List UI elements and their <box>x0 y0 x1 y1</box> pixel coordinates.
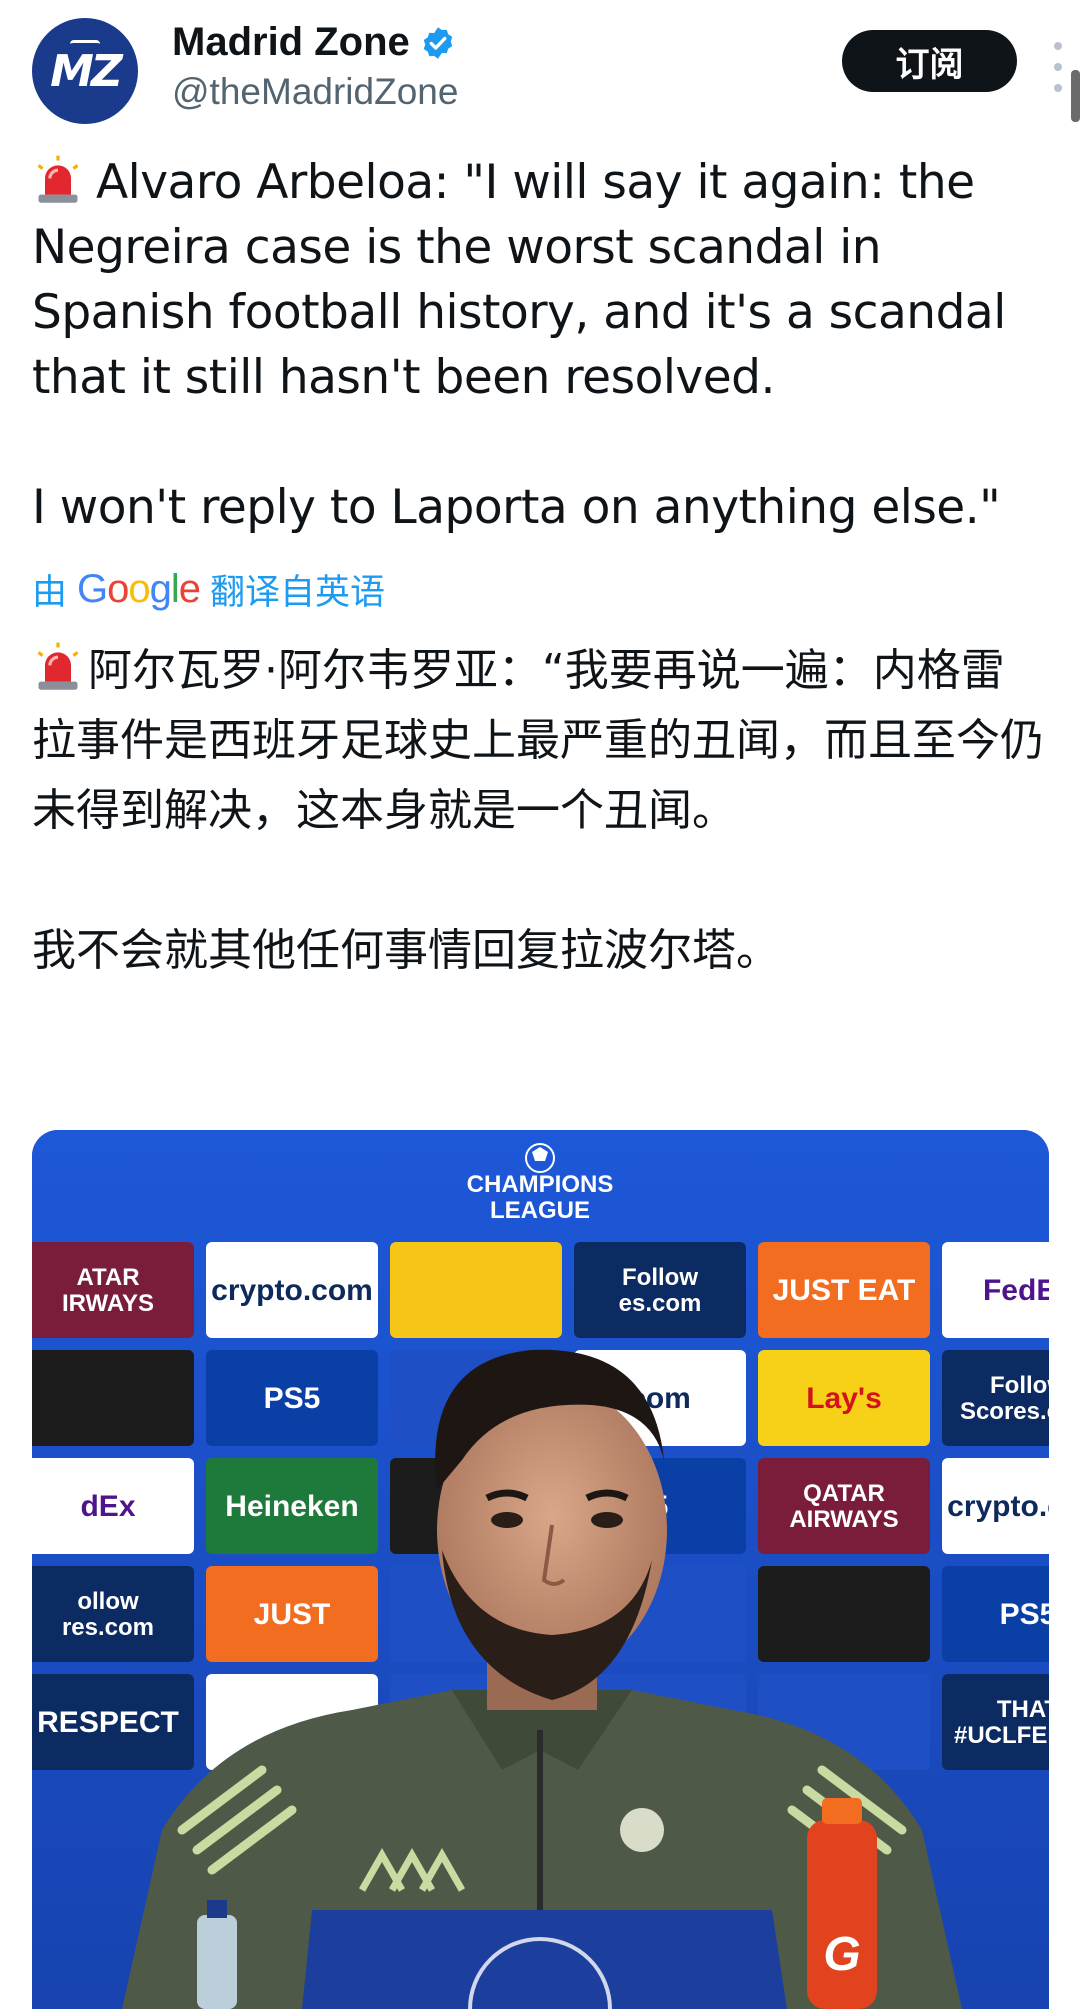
sponsor-tile-label: crypto.com <box>211 1274 373 1307</box>
sponsor-tile-label: Lay's <box>806 1382 882 1415</box>
sponsor-tile: crypto.com <box>206 1242 378 1338</box>
sponsor-tile-label: PS5 <box>1000 1598 1049 1631</box>
handle: @theMadridZone <box>172 71 459 112</box>
sponsor-tile-label: es.com <box>619 1290 702 1317</box>
ucl-title-line-1: CHAMPIONS <box>467 1171 614 1198</box>
sponsor-tile-label: IRWAYS <box>62 1290 154 1317</box>
sponsor-tile-label: dEx <box>80 1490 135 1523</box>
google-logo: Google <box>77 567 201 611</box>
sponsor-tile: FollowScores.com <box>942 1350 1049 1446</box>
sponsor-tile: QATARAIRWAYS <box>758 1458 930 1554</box>
police-siren-icon <box>37 155 79 203</box>
sponsor-tile: PS5 <box>942 1566 1049 1662</box>
avatar-logo-text: MZ <box>50 45 123 97</box>
display-name: Madrid Zone <box>172 20 410 64</box>
sponsor-tile-label: ollow <box>77 1588 139 1615</box>
sponsor-tile: Heineken <box>206 1458 378 1554</box>
sponsor-tile-label: Scores.com <box>960 1398 1049 1425</box>
avatar[interactable]: MZ <box>32 18 138 124</box>
translation-attribution[interactable]: 由 Google 翻译自英语 <box>32 564 385 615</box>
ucl-title-line-2: LEAGUE <box>490 1197 590 1224</box>
sponsor-tile-label: PS5 <box>264 1382 321 1415</box>
press-conference-photo: CHAMPIONS LEAGUE ATARIRWAYS crypto.com Fol… <box>32 1130 1049 2009</box>
sponsor-tile-label: Heineken <box>225 1490 358 1523</box>
sponsor-tile <box>32 1350 194 1446</box>
sponsor-tile: JUST <box>206 1566 378 1662</box>
sponsor-tile: Followes.com <box>574 1242 746 1338</box>
tweet-media-photo[interactable]: CHAMPIONS LEAGUE ATAR IRWAYS crypto.com Fol… <box>32 1130 1049 2009</box>
sponsor-tile-label: ATAR <box>76 1264 139 1291</box>
sponsor-tile: ollowres.com <box>32 1566 194 1662</box>
sponsor-tile-label: #UCLFEELIN <box>954 1722 1049 1749</box>
sponsor-tile <box>758 1566 930 1662</box>
sponsor-tile-label: res.com <box>62 1614 154 1641</box>
police-siren-icon <box>37 642 79 690</box>
sponsor-tile <box>390 1242 562 1338</box>
sponsor-tile-label: THAT <box>997 1696 1049 1723</box>
page-scrollbar[interactable] <box>1071 70 1080 122</box>
translated-paragraph-2: 我不会就其他任何事情回复拉波尔塔。 <box>32 925 780 976</box>
more-vertical-icon[interactable] <box>1048 42 1068 92</box>
sponsor-tile-label: AIRWAYS <box>789 1506 898 1533</box>
sponsor-tile: PS5 <box>206 1350 378 1446</box>
crown-icon <box>70 40 100 48</box>
translation-suffix: 翻译自英语 <box>210 573 386 613</box>
author-info[interactable]: Madrid Zone @theMadridZone <box>172 20 458 113</box>
sponsor-tile: dEx <box>32 1458 194 1554</box>
sponsor-tile: crypto.com <box>942 1458 1049 1554</box>
sponsor-tile-label: JUST <box>254 1598 331 1631</box>
translation-prefix: 由 <box>32 573 68 613</box>
translated-paragraph: 我不会就其他任何事情回复拉波尔塔。 <box>32 916 1047 986</box>
sponsor-tile-label: crypto.com <box>947 1490 1049 1523</box>
sponsor-tile: FedEx <box>942 1242 1049 1338</box>
sponsor-tile: RESPECT <box>32 1674 194 1770</box>
verified-badge-icon <box>423 26 453 59</box>
sponsor-tile-label: JUST EAT <box>773 1274 916 1307</box>
sponsor-tile: Lay's <box>758 1350 930 1446</box>
translated-paragraph: 阿尔瓦罗·阿尔韦罗亚：“我要再说一遍：内格雷拉事件是西班牙足球史上最严重的丑闻，… <box>32 636 1047 846</box>
sponsor-tile: JUST EAT <box>758 1242 930 1338</box>
tweet-header: MZ Madrid Zone @theMadridZone 订阅 <box>32 18 1062 128</box>
sponsor-tile-label: Follow <box>622 1264 698 1291</box>
sponsor-tile-label: Follow <box>990 1372 1049 1399</box>
water-bottle <box>197 1915 237 2009</box>
tweet-paragraph: I won't reply to Laporta on anything els… <box>32 475 1042 540</box>
subscribe-button[interactable]: 订阅 <box>842 30 1017 92</box>
sponsor-tile: THAT#UCLFEELIN <box>942 1674 1049 1770</box>
tweet-body: Alvaro Arbeloa: "I will say it again: th… <box>32 150 1042 540</box>
sponsor-tile-label: FedEx <box>983 1274 1049 1307</box>
tweet-paragraph: Alvaro Arbeloa: "I will say it again: th… <box>32 150 1042 410</box>
bottle-logo: G <box>823 1928 860 1981</box>
translated-body: 阿尔瓦罗·阿尔韦罗亚：“我要再说一遍：内格雷拉事件是西班牙足球史上最严重的丑闻，… <box>32 636 1047 986</box>
sponsor-tile-label: QATAR <box>803 1480 885 1507</box>
translated-paragraph-1: 阿尔瓦罗·阿尔韦罗亚：“我要再说一遍：内格雷拉事件是西班牙足球史上最严重的丑闻，… <box>32 645 1044 836</box>
tweet-paragraph-1: Alvaro Arbeloa: "I will say it again: th… <box>32 155 1021 405</box>
sponsor-tile: ATARIRWAYS <box>32 1242 194 1338</box>
club-crest-icon <box>620 1808 664 1852</box>
sponsor-tile-label: RESPECT <box>37 1706 179 1739</box>
tweet-paragraph-2: I won't reply to Laporta on anything els… <box>32 480 1001 535</box>
display-name-row: Madrid Zone <box>172 20 456 65</box>
